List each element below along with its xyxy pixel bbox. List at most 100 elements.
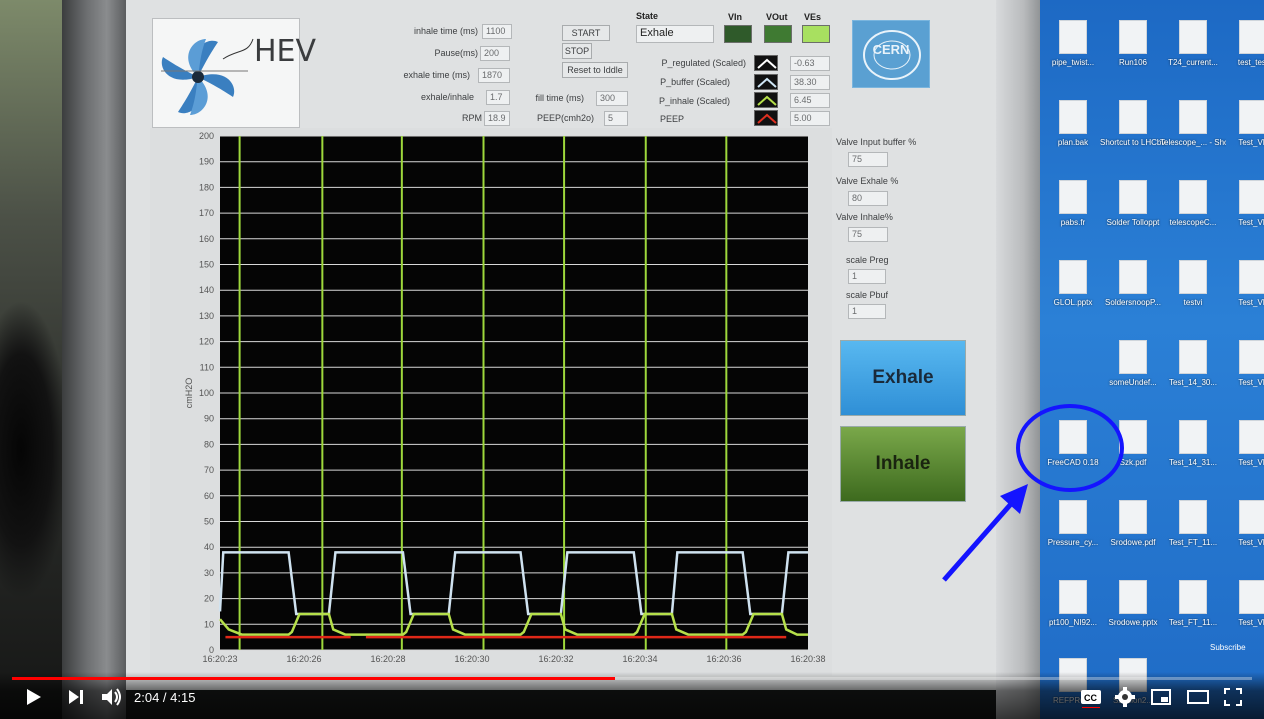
volume-icon[interactable] bbox=[100, 686, 124, 713]
desktop-icon[interactable]: pipe_twist... bbox=[1040, 14, 1106, 84]
desktop-icon[interactable]: Srodowe.pptx bbox=[1100, 574, 1166, 644]
x-tick-label: 16:20:38 bbox=[790, 654, 825, 664]
valve-input-value[interactable]: 75 bbox=[848, 152, 888, 167]
desktop-icon[interactable]: Srodowe.pdf bbox=[1100, 494, 1166, 564]
fill-time-label: fill time (ms) bbox=[535, 93, 585, 103]
desktop-icon[interactable]: Test_FT_11... bbox=[1160, 574, 1226, 644]
legend-pinh-label: P_inhale (Scaled) bbox=[658, 96, 730, 106]
desktop-icon[interactable]: pt100_NI92... bbox=[1040, 574, 1106, 644]
scale-pbuf-label: scale Pbuf bbox=[846, 290, 889, 300]
fullscreen-icon[interactable] bbox=[1222, 686, 1244, 713]
desktop-icon[interactable]: GLOL.pptx bbox=[1040, 254, 1106, 324]
rpm-label: RPM bbox=[462, 113, 482, 123]
desktop-icon-label: Test_VF bbox=[1238, 458, 1264, 467]
desktop-icon[interactable]: Test_VF bbox=[1220, 334, 1264, 404]
desktop-icon[interactable]: Test_VF bbox=[1220, 414, 1264, 484]
state-label: State bbox=[636, 11, 659, 21]
desktop-icon[interactable]: Pressure_cy... bbox=[1040, 494, 1106, 564]
next-icon[interactable] bbox=[66, 686, 86, 713]
time-display: 2:04 / 4:15 bbox=[134, 690, 196, 705]
legend-pbuf-label: P_buffer (Scaled) bbox=[660, 77, 730, 87]
valve-inhale-label: Valve Inhale% bbox=[836, 212, 893, 222]
desktop-icon-label: Srodowe.pptx bbox=[1108, 618, 1158, 627]
legend-peep-swatch[interactable] bbox=[754, 110, 778, 126]
led-ves bbox=[802, 25, 830, 43]
y-tick-label: 150 bbox=[199, 260, 214, 270]
legend-pbuf-swatch[interactable] bbox=[754, 74, 778, 90]
y-tick-label: 10 bbox=[204, 619, 214, 629]
desktop-icon[interactable]: T24_current... bbox=[1160, 14, 1226, 84]
desktop-icon[interactable]: Test_VF bbox=[1220, 174, 1264, 244]
desktop-icon[interactable]: Run106 bbox=[1100, 14, 1166, 84]
desktop-icon[interactable]: Test_FT_11... bbox=[1160, 494, 1226, 564]
desktop-icon-label: Test_FT_11... bbox=[1168, 538, 1218, 547]
captions-icon[interactable]: CC bbox=[1080, 686, 1102, 713]
y-tick-label: 70 bbox=[204, 465, 214, 475]
desktop-icon[interactable]: SoldersnoopP... bbox=[1100, 254, 1166, 324]
inhale-time-input[interactable]: 1100 bbox=[482, 24, 512, 39]
file-icon bbox=[1239, 180, 1264, 214]
desktop-icon[interactable]: Test_VF bbox=[1220, 494, 1264, 564]
y-tick-label: 120 bbox=[199, 337, 214, 347]
desktop-icon-label: Pressure_cy... bbox=[1047, 538, 1099, 547]
desktop-icon-label: Shortcut to LHCbvelo bbox=[1100, 138, 1166, 147]
valve-inhale-value[interactable]: 75 bbox=[848, 227, 888, 242]
file-icon bbox=[1059, 180, 1087, 214]
valve-input-label: Valve Input buffer % bbox=[836, 137, 917, 147]
exhale-time-input[interactable]: 1870 bbox=[478, 68, 510, 83]
valve-exhale-value[interactable]: 80 bbox=[848, 191, 888, 206]
desktop-icon[interactable]: Telescope_... - Shortcut bbox=[1160, 94, 1226, 164]
exhale-inhale-input[interactable]: 1.7 bbox=[486, 90, 510, 105]
miniplayer-icon[interactable] bbox=[1150, 686, 1172, 713]
reset-button[interactable]: Reset to Iddle bbox=[562, 62, 628, 78]
legend-pinh-swatch[interactable] bbox=[754, 92, 778, 108]
exhale-button[interactable]: Exhale bbox=[840, 340, 966, 416]
legend-preg-label: P_regulated (Scaled) bbox=[661, 58, 746, 68]
desktop-icon[interactable]: telescopeC... bbox=[1160, 174, 1226, 244]
subscribe-text[interactable]: Subscribe bbox=[1210, 643, 1246, 652]
fill-time-input[interactable]: 300 bbox=[596, 91, 628, 106]
x-tick-label: 16:20:30 bbox=[454, 654, 489, 664]
stop-button[interactable]: STOP bbox=[562, 43, 592, 59]
desktop-icon[interactable]: Test_14_31... bbox=[1160, 414, 1226, 484]
file-icon bbox=[1059, 100, 1087, 134]
scale-pbuf-value[interactable]: 1 bbox=[848, 304, 886, 319]
file-icon bbox=[1179, 100, 1207, 134]
desktop-icon[interactable]: test_test bbox=[1220, 14, 1264, 84]
x-tick-label: 16:20:26 bbox=[286, 654, 321, 664]
file-icon bbox=[1239, 420, 1264, 454]
theater-icon[interactable] bbox=[1186, 686, 1210, 713]
play-icon[interactable] bbox=[24, 686, 44, 713]
y-tick-label: 40 bbox=[204, 542, 214, 552]
desktop-icon[interactable]: Test_VF bbox=[1220, 574, 1264, 644]
legend-preg-swatch[interactable] bbox=[754, 55, 778, 71]
desktop-icon[interactable]: Test_14_30... bbox=[1160, 334, 1226, 404]
start-button[interactable]: START bbox=[562, 25, 610, 41]
peep-input[interactable]: 5 bbox=[604, 111, 628, 126]
desktop-icon[interactable]: plan.bak bbox=[1040, 94, 1106, 164]
progress-bar[interactable] bbox=[12, 677, 1252, 680]
logo-text: HEV bbox=[254, 34, 317, 69]
y-tick-label: 80 bbox=[204, 439, 214, 449]
desktop-icon-label: T24_current... bbox=[1168, 58, 1218, 67]
scale-preg-value[interactable]: 1 bbox=[848, 269, 886, 284]
desktop-icon[interactable]: Test_VF bbox=[1220, 94, 1264, 164]
desktop-icon[interactable]: Solder Tolloppt bbox=[1100, 174, 1166, 244]
file-icon bbox=[1179, 260, 1207, 294]
rpm-value: 18.9 bbox=[484, 111, 510, 126]
desktop-icon[interactable]: pabs.fr bbox=[1040, 174, 1106, 244]
svg-text:CC: CC bbox=[1084, 693, 1097, 703]
pause-input[interactable]: 200 bbox=[480, 46, 510, 61]
led-vin-label: VIn bbox=[728, 12, 743, 22]
desktop-icon[interactable]: Shortcut to LHCbvelo bbox=[1100, 94, 1166, 164]
desktop-icon[interactable]: someUndef... bbox=[1100, 334, 1166, 404]
file-icon bbox=[1179, 20, 1207, 54]
desktop-icon[interactable]: testvi bbox=[1160, 254, 1226, 324]
highlight-arrow bbox=[942, 484, 1028, 582]
settings-icon[interactable] bbox=[1114, 686, 1136, 713]
desktop-icon[interactable]: Test_VF bbox=[1220, 254, 1264, 324]
desktop-icon-label: Test_VF bbox=[1238, 138, 1264, 147]
led-vin bbox=[724, 25, 752, 43]
state-value: Exhale bbox=[636, 25, 714, 43]
video-frame[interactable]: HEV inhale time (ms) 1100 Pause(ms) 200 … bbox=[0, 0, 1264, 719]
